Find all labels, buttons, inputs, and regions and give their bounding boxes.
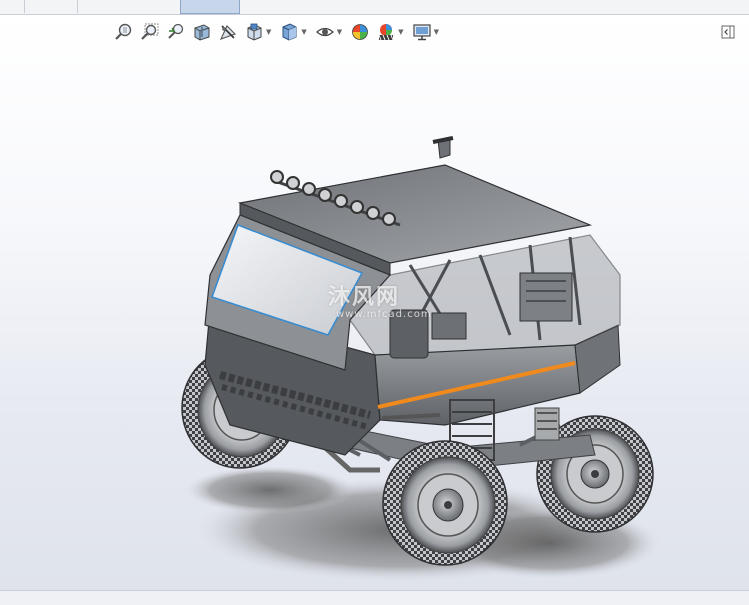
vehicle-model[interactable] bbox=[150, 125, 690, 590]
zoom-to-area-icon[interactable] bbox=[139, 21, 161, 43]
document-tab[interactable] bbox=[0, 0, 25, 13]
heads-up-view-toolbar: ▼ ▼ ▼ ▼ ▼ bbox=[113, 19, 446, 45]
apply-scene-icon[interactable] bbox=[375, 21, 397, 43]
status-strip bbox=[0, 590, 749, 605]
hide-show-items-icon[interactable] bbox=[314, 21, 336, 43]
chevron-down-icon[interactable]: ▼ bbox=[398, 28, 403, 36]
collapse-panel-icon[interactable] bbox=[721, 24, 735, 39]
vehicle-cabin[interactable] bbox=[204, 136, 621, 371]
chevron-down-icon[interactable]: ▼ bbox=[301, 28, 306, 36]
active-document-tab[interactable] bbox=[180, 0, 240, 14]
view-settings-icon[interactable] bbox=[411, 21, 433, 43]
document-tab-strip bbox=[0, 0, 749, 15]
chevron-down-icon[interactable]: ▼ bbox=[266, 28, 271, 36]
view-orientation-icon[interactable] bbox=[243, 21, 265, 43]
front-left-wheel[interactable] bbox=[382, 440, 508, 566]
previous-view-icon[interactable] bbox=[165, 21, 187, 43]
zoom-to-fit-icon[interactable] bbox=[113, 21, 135, 43]
section-view-icon[interactable] bbox=[191, 21, 213, 43]
dynamic-annotation-icon[interactable] bbox=[217, 21, 239, 43]
edit-appearance-icon[interactable] bbox=[349, 21, 371, 43]
display-style-icon[interactable] bbox=[278, 21, 300, 43]
document-tab[interactable] bbox=[25, 0, 78, 13]
chevron-down-icon[interactable]: ▼ bbox=[337, 28, 342, 36]
graphics-viewport[interactable]: ▼ ▼ ▼ ▼ ▼ 沐风网 www.mfcad.com bbox=[0, 15, 749, 590]
chevron-down-icon[interactable]: ▼ bbox=[434, 28, 439, 36]
